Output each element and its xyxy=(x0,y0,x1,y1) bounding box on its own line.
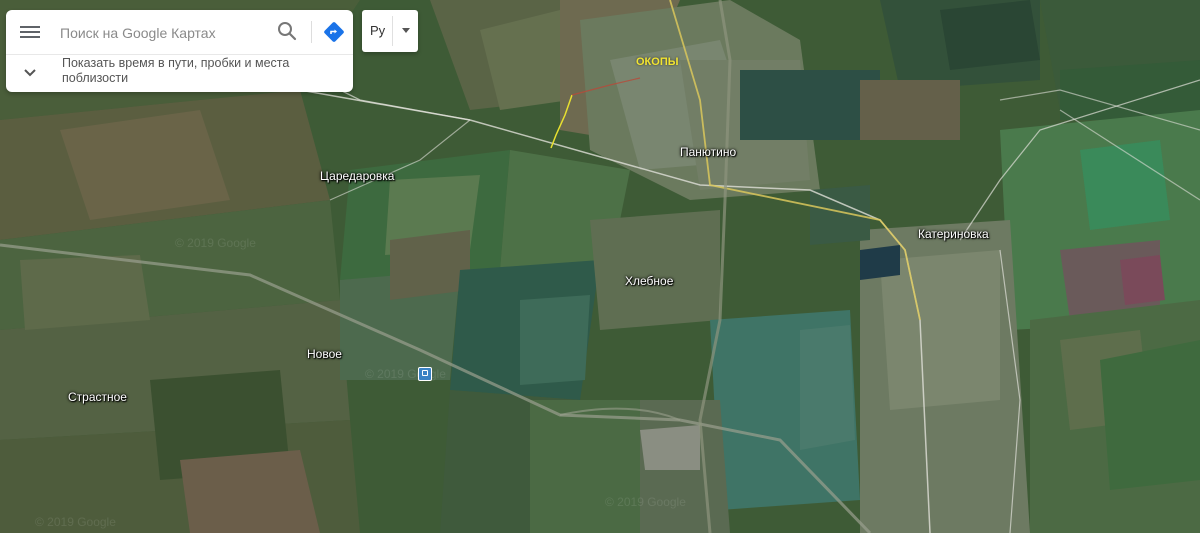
search-divider xyxy=(311,21,312,43)
map-watermark: © 2019 Google xyxy=(605,495,686,509)
place-label-novoe[interactable]: Новое xyxy=(307,347,342,361)
train-station-icon[interactable] xyxy=(418,367,432,381)
map-watermark: © 2019 Google xyxy=(35,515,116,529)
search-icon[interactable] xyxy=(276,20,298,42)
map-watermark: © 2019 Google xyxy=(365,367,446,381)
place-label-tsaredarovka[interactable]: Царедаровка xyxy=(320,169,394,183)
expand-traffic-link[interactable]: Показать время в пути, пробки и места по… xyxy=(62,56,332,86)
caret-down-icon xyxy=(402,28,410,33)
trench-annotation: ОКОПЫ xyxy=(636,56,679,68)
directions-icon[interactable] xyxy=(322,20,346,44)
place-label-panyutino[interactable]: Панютино xyxy=(680,145,736,159)
language-divider xyxy=(392,16,393,46)
search-box: Показать время в пути, пробки и места по… xyxy=(6,10,353,92)
map-watermark: © 2019 Google xyxy=(175,236,256,250)
place-label-katerinovka[interactable]: Катериновка xyxy=(918,227,989,241)
search-separator xyxy=(6,54,353,55)
chevron-down-icon[interactable] xyxy=(23,65,37,77)
hamburger-menu-icon[interactable] xyxy=(20,23,40,41)
search-input[interactable] xyxy=(58,18,267,48)
place-label-khlebnoe[interactable]: Хлебное xyxy=(625,274,673,288)
language-selector[interactable]: Ру xyxy=(362,10,418,52)
place-label-strastnoe[interactable]: Страстное xyxy=(68,390,127,404)
language-label: Ру xyxy=(370,23,386,38)
